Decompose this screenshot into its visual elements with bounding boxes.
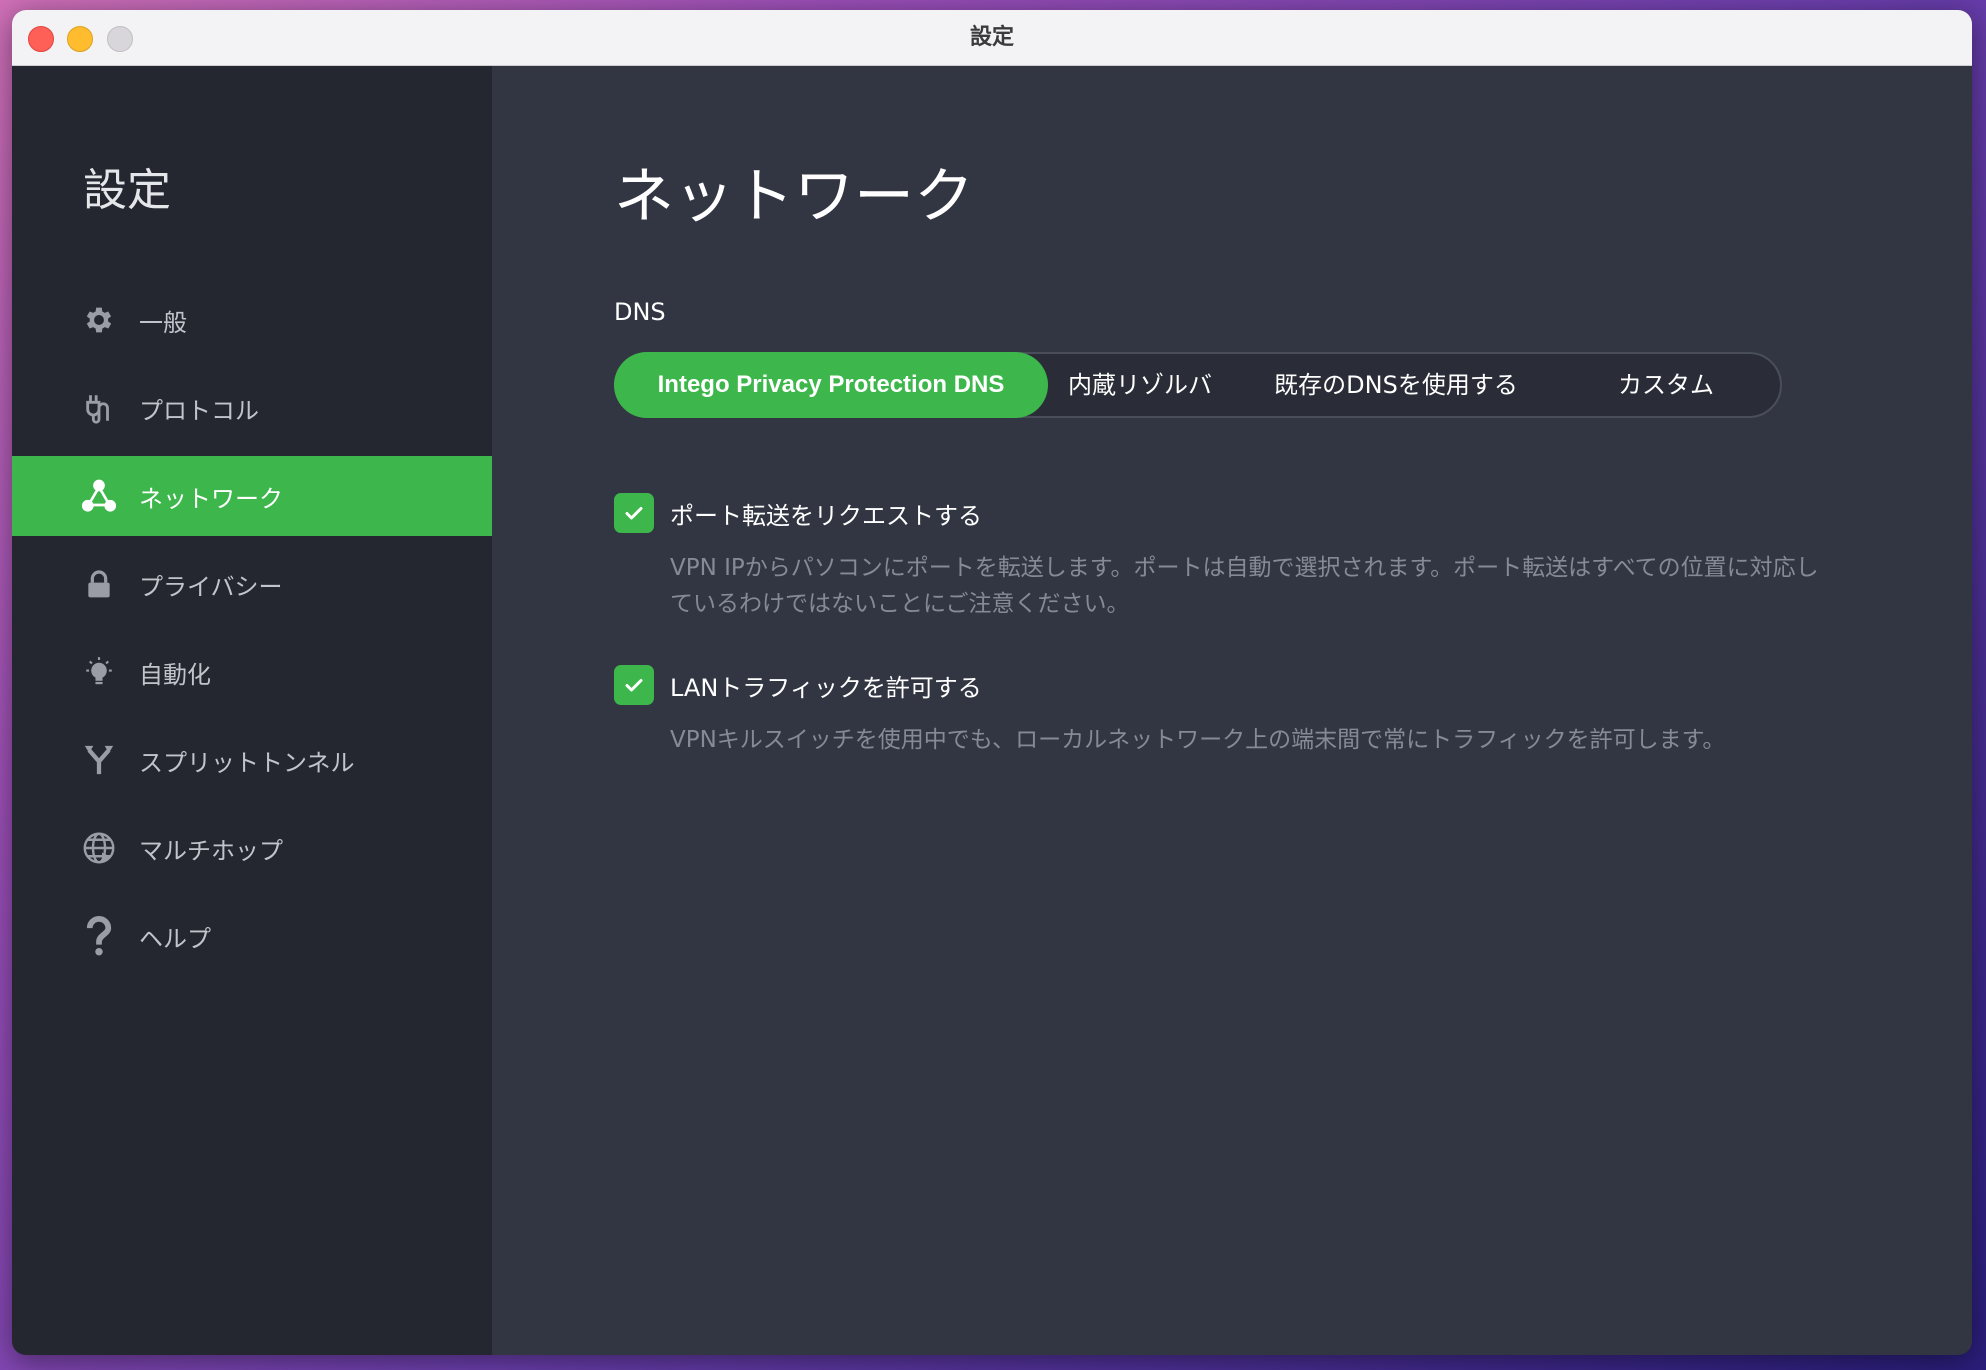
dns-option-custom[interactable]: カスタム	[1576, 352, 1756, 418]
sidebar-item-label: マルチホップ	[139, 836, 283, 865]
sidebar-title: 設定	[83, 165, 171, 216]
sidebar-item-label: ネットワーク	[139, 484, 283, 513]
sidebar-item-label: プロトコル	[139, 396, 259, 425]
sidebar-item-network[interactable]: ネットワーク	[12, 456, 492, 536]
sidebar-item-general[interactable]: 一般	[12, 280, 492, 360]
plug-icon	[80, 389, 118, 427]
dns-option-intego[interactable]: Intego Privacy Protection DNS	[614, 352, 1048, 418]
sidebar-item-label: 自動化	[139, 660, 211, 689]
dns-option-existing-dns[interactable]: 既存のDNSを使用する	[1246, 352, 1546, 418]
sidebar-item-automation[interactable]: 自動化	[12, 632, 492, 712]
port-forwarding-description: VPN IPからパソコンにポートを転送します。ポートは自動で選択されます。ポート…	[670, 555, 1819, 617]
sidebar-item-label: 一般	[139, 308, 187, 337]
lan-traffic-label: LANトラフィックを許可する	[670, 674, 982, 702]
page-title: ネットワーク	[614, 162, 974, 232]
dns-segmented-control: Intego Privacy Protection DNS 内蔵リゾルバ 既存の…	[614, 352, 1782, 418]
lan-traffic-checkbox[interactable]	[614, 665, 654, 705]
window-title: 設定	[969, 25, 1014, 50]
lan-traffic-description: VPNキルスイッチを使用中でも、ローカルネットワーク上の端末間で常にトラフィック…	[670, 727, 1726, 753]
dns-option-builtin-resolver[interactable]: 内蔵リゾルバ	[1056, 352, 1224, 418]
sidebar-item-label: スプリットトンネル	[139, 748, 355, 777]
sidebar-item-multihop[interactable]: マルチホップ	[12, 808, 492, 888]
sidebar-item-label: ヘルプ	[139, 924, 211, 953]
settings-window: 設定 設定 一般 プロトコル ネットワーク プライバシー 自動化 スプリットトン…	[12, 10, 1972, 1355]
lock-icon	[80, 565, 118, 603]
sidebar-item-privacy[interactable]: プライバシー	[12, 544, 492, 624]
split-icon	[80, 741, 118, 779]
sidebar-item-help[interactable]: ヘルプ	[12, 896, 492, 976]
sidebar-item-label: プライバシー	[139, 572, 283, 601]
title-bar: 設定	[12, 10, 1972, 66]
sidebar-item-split-tunnel[interactable]: スプリットトンネル	[12, 720, 492, 800]
port-forwarding-label: ポート転送をリクエストする	[670, 502, 982, 530]
port-forwarding-checkbox[interactable]	[614, 493, 654, 533]
checkmark-icon	[625, 507, 643, 520]
sidebar: 設定 一般 プロトコル ネットワーク プライバシー 自動化 スプリットトンネル …	[12, 66, 492, 1355]
checkmark-icon	[625, 679, 643, 692]
dns-section-label: DNS	[614, 298, 666, 326]
question-icon	[80, 916, 118, 956]
lightbulb-icon	[80, 653, 118, 691]
globe-icon	[80, 829, 118, 867]
main-panel: ネットワーク DNS Intego Privacy Protection DNS…	[492, 66, 1972, 1355]
gear-icon	[80, 301, 118, 339]
sidebar-item-protocol[interactable]: プロトコル	[12, 368, 492, 448]
network-icon	[80, 477, 118, 515]
